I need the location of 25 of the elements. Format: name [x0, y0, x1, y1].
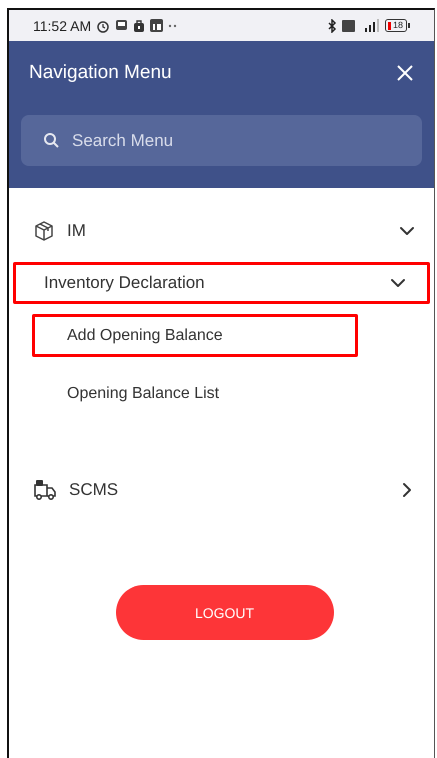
submenu-item[interactable]: Add Opening Balance — [32, 314, 358, 357]
search-field[interactable]: Search Menu — [21, 115, 422, 166]
menu-item[interactable]: SCMS — [9, 467, 434, 513]
submenu-item-label: Opening Balance List — [67, 385, 220, 403]
box-icon — [33, 220, 55, 242]
close-button[interactable] — [396, 64, 414, 82]
submenu-item-label: Add Opening Balance — [67, 326, 224, 344]
bag-icon — [133, 19, 146, 32]
notification-icon — [115, 19, 128, 32]
menu-item[interactable]: IM — [9, 208, 434, 254]
status-time: 11:52 AM — [33, 18, 92, 34]
close-icon — [396, 64, 414, 82]
alarm-icon — [96, 18, 110, 32]
menu-item[interactable]: Inventory Declaration — [13, 262, 430, 304]
menu-item-label: SCMS — [69, 480, 120, 500]
submenu-item[interactable]: Opening Balance List — [32, 369, 358, 419]
menu-item-label: Inventory Declaration — [44, 273, 206, 293]
app-icon — [150, 19, 164, 32]
bluetooth-icon — [326, 18, 337, 32]
more-icon — [168, 24, 178, 28]
menu-title: Navigation Menu — [29, 62, 172, 84]
logout-button[interactable]: LOGOUT — [116, 585, 334, 640]
menu-item-label: IM — [67, 221, 87, 241]
truck-icon — [33, 479, 57, 501]
battery-icon: 18 — [384, 19, 410, 32]
